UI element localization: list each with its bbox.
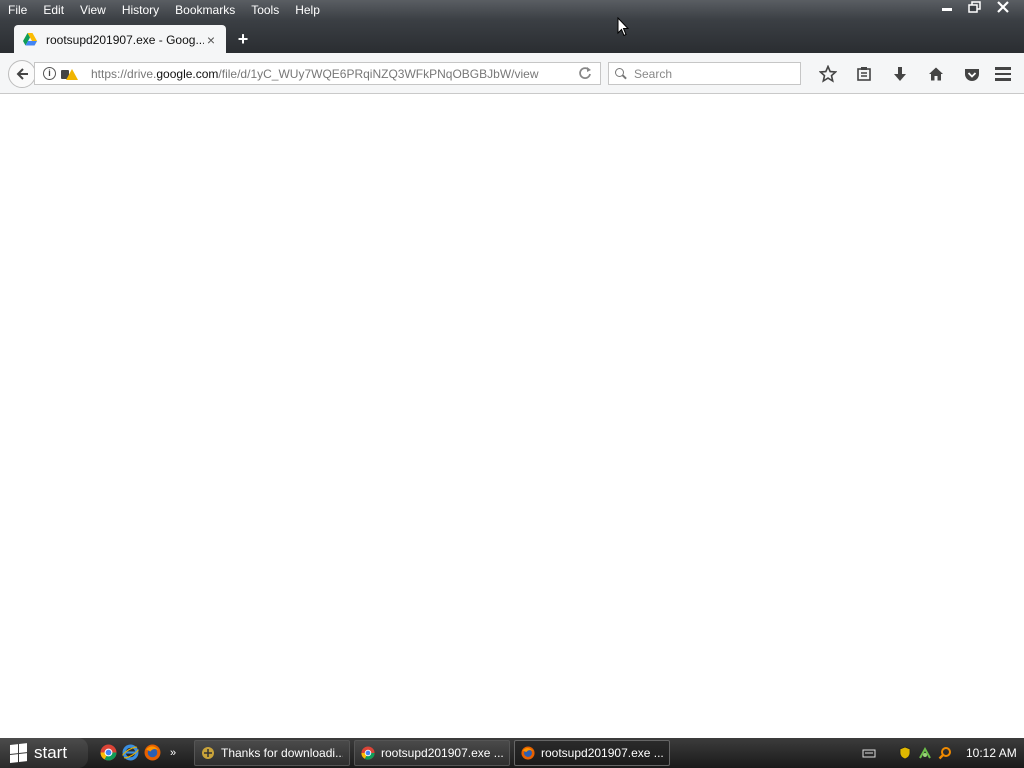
security-shield-icon[interactable] [898,746,912,760]
search-magnifier-icon[interactable] [938,746,952,760]
downloads-button[interactable] [882,62,918,86]
google-drive-icon [23,32,37,45]
url-bar[interactable]: i https://drive.google.com/file/d/1yC_WU… [34,62,601,85]
url-host: google.com [156,66,219,81]
back-button[interactable] [8,60,36,88]
menu-bar: File Edit View History Bookmarks Tools H… [0,0,328,20]
info-icon[interactable]: i [43,67,56,80]
tab-active[interactable]: rootsupd201907.exe - Goog... × [14,25,226,54]
close-icon [997,1,1009,13]
taskbar-item[interactable]: rootsupd201907.exe ... [354,740,510,766]
tab-title: rootsupd201907.exe - Goog... [46,32,204,47]
windows-logo-icon [10,743,28,763]
chrome-icon [361,746,375,760]
clipboard-list-icon [857,67,871,81]
toolbar-icons [810,62,990,86]
home-button[interactable] [918,62,954,86]
browser-titlebar: File Edit View History Bookmarks Tools H… [0,0,1024,54]
menu-edit[interactable]: Edit [35,0,72,20]
internet-explorer-icon[interactable] [122,744,139,761]
url-prefix: https://drive. [91,66,157,81]
taskbar-item-label: rootsupd201907.exe ... [541,746,663,760]
back-arrow-icon [16,68,28,80]
system-tray: 10:12 AM [862,738,1024,768]
taskbar: start » Thanks for downloadi... rootsupd… [0,738,1024,768]
menu-line-icon [995,78,1011,81]
menu-line-icon [995,67,1011,70]
quick-launch-chevron-icon[interactable]: » [170,747,176,759]
start-button[interactable]: start [0,738,88,768]
start-label: start [34,743,68,762]
tab-close-button[interactable]: × [204,32,218,48]
firefox-icon[interactable] [144,744,161,761]
menu-history[interactable]: History [114,0,167,20]
taskbar-item-active[interactable]: rootsupd201907.exe ... [514,740,670,766]
url-path: /file/d/1yC_WUy7WQE6PRqiNZQ3WFkPNqOBGBJb… [218,66,539,81]
pocket-button[interactable] [954,62,990,86]
new-tab-button[interactable]: + [234,30,252,48]
minimize-icon [942,8,952,11]
taskbar-item[interactable]: Thanks for downloadi... [194,740,350,766]
insecure-lock-warning-icon[interactable] [61,67,78,81]
reload-button[interactable] [578,66,592,83]
url-text[interactable]: https://drive.google.com/file/d/1yC_WUy7… [91,67,538,81]
navigation-toolbar: i https://drive.google.com/file/d/1yC_WU… [0,53,1024,94]
page-content [0,94,1024,738]
menu-line-icon [995,72,1011,76]
menu-tools[interactable]: Tools [243,0,287,20]
reload-icon [579,67,591,79]
quick-launch: » [100,744,176,761]
chrome-icon[interactable] [100,744,117,761]
home-icon [929,67,943,81]
menu-file[interactable]: File [0,0,35,20]
menu-bookmarks[interactable]: Bookmarks [167,0,243,20]
download-manager-icon [202,747,214,759]
taskbar-item-label: rootsupd201907.exe ... [381,746,503,760]
menu-view[interactable]: View [72,0,114,20]
download-arrow-icon [894,67,906,81]
network-icon[interactable] [918,746,932,760]
window-controls [936,0,1014,14]
bookmarks-menu-button[interactable] [846,62,882,86]
star-icon [819,65,837,83]
minimize-button[interactable] [936,0,958,14]
bookmark-star-button[interactable] [810,62,846,86]
mouse-cursor-icon [617,17,629,37]
pocket-icon [965,68,979,81]
close-window-button[interactable] [992,0,1014,14]
search-input[interactable] [634,66,784,81]
restore-icon [968,1,981,13]
hamburger-menu-button[interactable] [990,62,1016,86]
keyboard-icon[interactable] [862,746,876,760]
search-bar[interactable] [608,62,801,85]
system-clock[interactable]: 10:12 AM [966,746,1017,760]
menu-help[interactable]: Help [287,0,328,20]
search-icon [615,68,627,80]
firefox-icon [521,746,535,760]
taskbar-item-label: Thanks for downloadi... [221,746,343,760]
restore-button[interactable] [964,0,986,14]
